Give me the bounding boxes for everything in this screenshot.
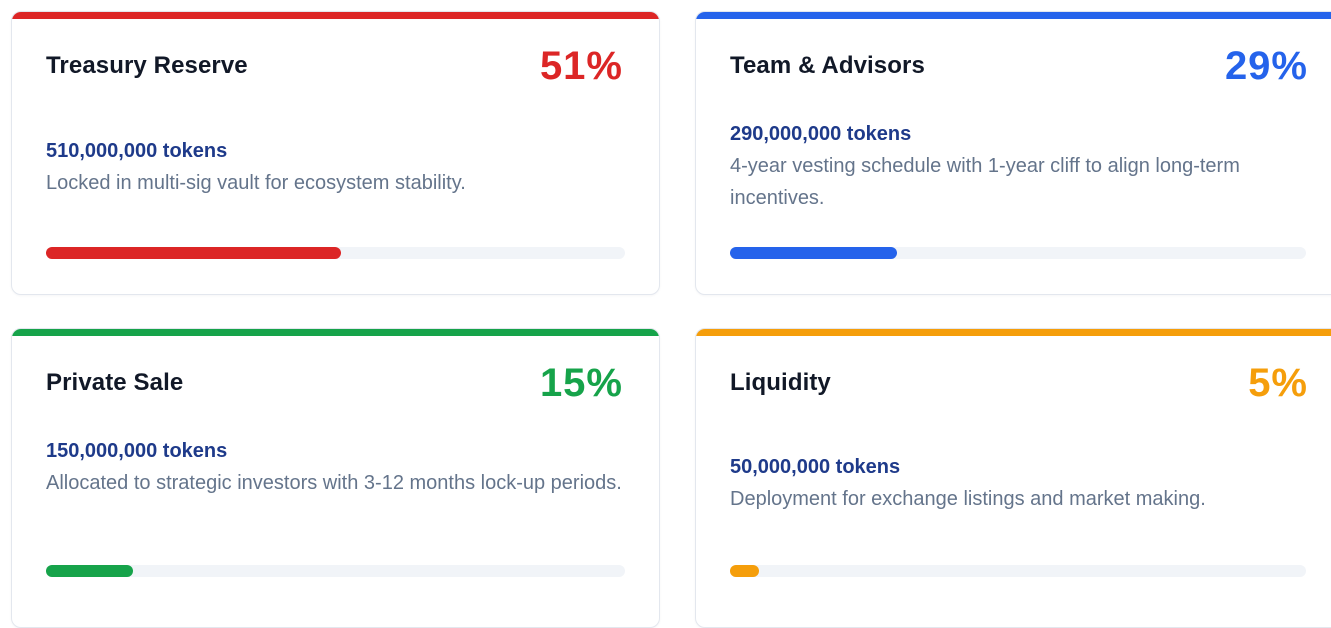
card-info: 290,000,000 tokens 4-year vesting schedu… [730, 118, 1314, 214]
progress-track [46, 565, 625, 577]
allocation-description: Locked in multi-sig vault for ecosystem … [46, 172, 466, 194]
allocation-card-treasury-reserve: Treasury Reserve 51% 510,000,000 tokens … [11, 11, 660, 295]
card-info: 510,000,000 tokens Locked in multi-sig v… [46, 135, 629, 199]
progress-track [730, 565, 1306, 577]
allocation-description: Deployment for exchange listings and mar… [730, 488, 1206, 510]
allocation-percentage: 51% [539, 44, 623, 88]
card-accent-bar [12, 12, 659, 19]
allocation-percentage: 29% [1224, 44, 1308, 88]
token-amount: 510,000,000 tokens [46, 140, 228, 162]
progress-fill [730, 247, 898, 259]
allocation-percentage: 5% [1248, 361, 1308, 405]
card-accent-bar [12, 329, 659, 336]
card-accent-bar [696, 12, 1331, 19]
card-title: Liquidity [730, 369, 831, 396]
allocation-description: 4-year vesting schedule with 1-year clif… [730, 155, 1240, 209]
token-amount: 150,000,000 tokens [46, 440, 228, 462]
card-accent-bar [696, 329, 1331, 336]
allocation-description: Allocated to strategic investors with 3-… [46, 472, 622, 494]
allocation-card-private-sale: Private Sale 15% 150,000,000 tokens Allo… [11, 328, 660, 628]
card-info: 150,000,000 tokens Allocated to strategi… [46, 435, 629, 499]
allocation-card-team-advisors: Team & Advisors 29% 290,000,000 tokens 4… [695, 11, 1331, 295]
allocation-percentage: 15% [539, 361, 623, 405]
card-title: Team & Advisors [730, 52, 925, 79]
card-title: Private Sale [46, 369, 184, 396]
card-title: Treasury Reserve [46, 52, 248, 79]
progress-fill [46, 565, 133, 577]
allocation-card-liquidity: Liquidity 5% 50,000,000 tokens Deploymen… [695, 328, 1331, 628]
token-amount: 290,000,000 tokens [730, 123, 912, 145]
progress-track [46, 247, 625, 259]
progress-fill [730, 565, 759, 577]
progress-fill [46, 247, 342, 259]
card-info: 50,000,000 tokens Deployment for exchang… [730, 451, 1314, 515]
token-amount: 50,000,000 tokens [730, 456, 901, 478]
progress-track [730, 247, 1306, 259]
